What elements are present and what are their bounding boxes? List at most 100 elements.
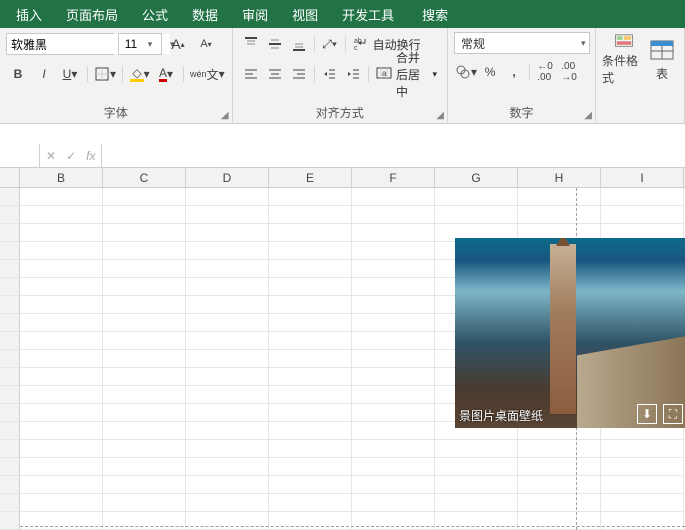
cell[interactable] [352,440,435,458]
cell[interactable] [435,188,518,206]
cell[interactable] [601,440,684,458]
row-header[interactable] [0,440,20,458]
col-header[interactable]: F [352,168,435,187]
row-header[interactable] [0,512,20,530]
cell[interactable] [269,386,352,404]
cell[interactable] [186,494,269,512]
cell[interactable] [186,224,269,242]
format-table-button[interactable]: 表 [646,32,678,86]
launcher-icon[interactable]: ◢ [221,110,229,121]
menu-data[interactable]: 数据 [180,0,230,28]
cell[interactable] [269,422,352,440]
cell[interactable] [103,422,186,440]
cell[interactable] [20,386,103,404]
floating-picture[interactable]: 景图片桌面壁纸 ⬇ ⛶ [455,238,685,428]
cell[interactable] [269,494,352,512]
number-format-combo[interactable]: 常规 ▾ [454,32,590,54]
align-middle-button[interactable] [264,33,286,55]
cancel-icon[interactable]: ✕ [46,149,56,163]
cell[interactable] [20,332,103,350]
align-bottom-button[interactable] [288,33,310,55]
cell[interactable] [103,296,186,314]
select-all-corner[interactable] [0,168,20,187]
cell[interactable] [103,350,186,368]
cell[interactable] [269,242,352,260]
col-header[interactable]: D [186,168,269,187]
cell[interactable] [103,278,186,296]
cell[interactable] [601,458,684,476]
row-header[interactable] [0,350,20,368]
row-header[interactable] [0,314,20,332]
cell[interactable] [20,422,103,440]
bold-button[interactable]: B [7,63,29,85]
menu-formulas[interactable]: 公式 [130,0,180,28]
cell[interactable] [186,278,269,296]
cell[interactable] [103,458,186,476]
row-header[interactable] [0,296,20,314]
decrease-indent-button[interactable] [318,63,340,85]
cell[interactable] [186,404,269,422]
cell[interactable] [435,512,518,530]
cell[interactable] [269,332,352,350]
font-size-combo[interactable]: ▾ [118,33,162,55]
cell[interactable] [269,188,352,206]
font-name-combo[interactable]: ▾ [6,33,114,55]
underline-button[interactable]: U▾ [59,63,81,85]
menu-dev-tools[interactable]: 开发工具 [330,0,406,28]
cell[interactable] [103,494,186,512]
row-header[interactable] [0,494,20,512]
cell[interactable] [20,368,103,386]
chevron-down-icon[interactable]: ▾ [575,38,589,49]
cell[interactable] [20,260,103,278]
cell[interactable] [518,440,601,458]
row-header[interactable] [0,224,20,242]
cell[interactable] [20,278,103,296]
cell[interactable] [435,458,518,476]
fx-icon[interactable]: fx [86,149,95,163]
cell[interactable] [352,242,435,260]
chevron-down-icon[interactable]: ▾ [432,69,437,80]
font-size-input[interactable] [119,34,143,54]
cell[interactable] [352,206,435,224]
conditional-format-button[interactable]: 条件格式 [602,32,646,86]
cell[interactable] [352,260,435,278]
cell[interactable] [186,350,269,368]
cell[interactable] [103,242,186,260]
cell[interactable] [269,368,352,386]
cell[interactable] [20,440,103,458]
row-header[interactable] [0,386,20,404]
row-header[interactable] [0,206,20,224]
cell[interactable] [20,458,103,476]
row-header[interactable] [0,260,20,278]
row-header[interactable] [0,332,20,350]
cell[interactable] [186,422,269,440]
cell[interactable] [20,512,103,530]
cell[interactable] [20,224,103,242]
cell[interactable] [601,494,684,512]
cell[interactable] [103,260,186,278]
launcher-icon[interactable]: ◢ [584,110,592,121]
cell[interactable] [518,476,601,494]
cell[interactable] [518,188,601,206]
cell[interactable] [352,296,435,314]
expand-icon[interactable]: ⛶ [663,404,683,424]
cell[interactable] [103,206,186,224]
merge-center-button[interactable]: a 合并后居中 ▾ [372,63,441,85]
col-header[interactable]: E [269,168,352,187]
phonetic-button[interactable]: wén文▾ [190,63,225,85]
row-header[interactable] [0,458,20,476]
row-header[interactable] [0,476,20,494]
cell[interactable] [518,206,601,224]
cell[interactable] [20,206,103,224]
orientation-button[interactable]: ⤢▾ [319,33,341,55]
worksheet-grid[interactable]: B C D E F G H I 景图片桌面壁纸 ⬇ ⛶ [0,168,685,530]
col-header[interactable]: H [518,168,601,187]
cell[interactable] [103,440,186,458]
cell[interactable] [352,314,435,332]
align-center-button[interactable] [264,63,286,85]
cell[interactable] [20,188,103,206]
menu-search[interactable]: 搜索 [406,0,460,28]
cell[interactable] [269,224,352,242]
comma-button[interactable]: , [503,61,525,83]
download-icon[interactable]: ⬇ [637,404,657,424]
